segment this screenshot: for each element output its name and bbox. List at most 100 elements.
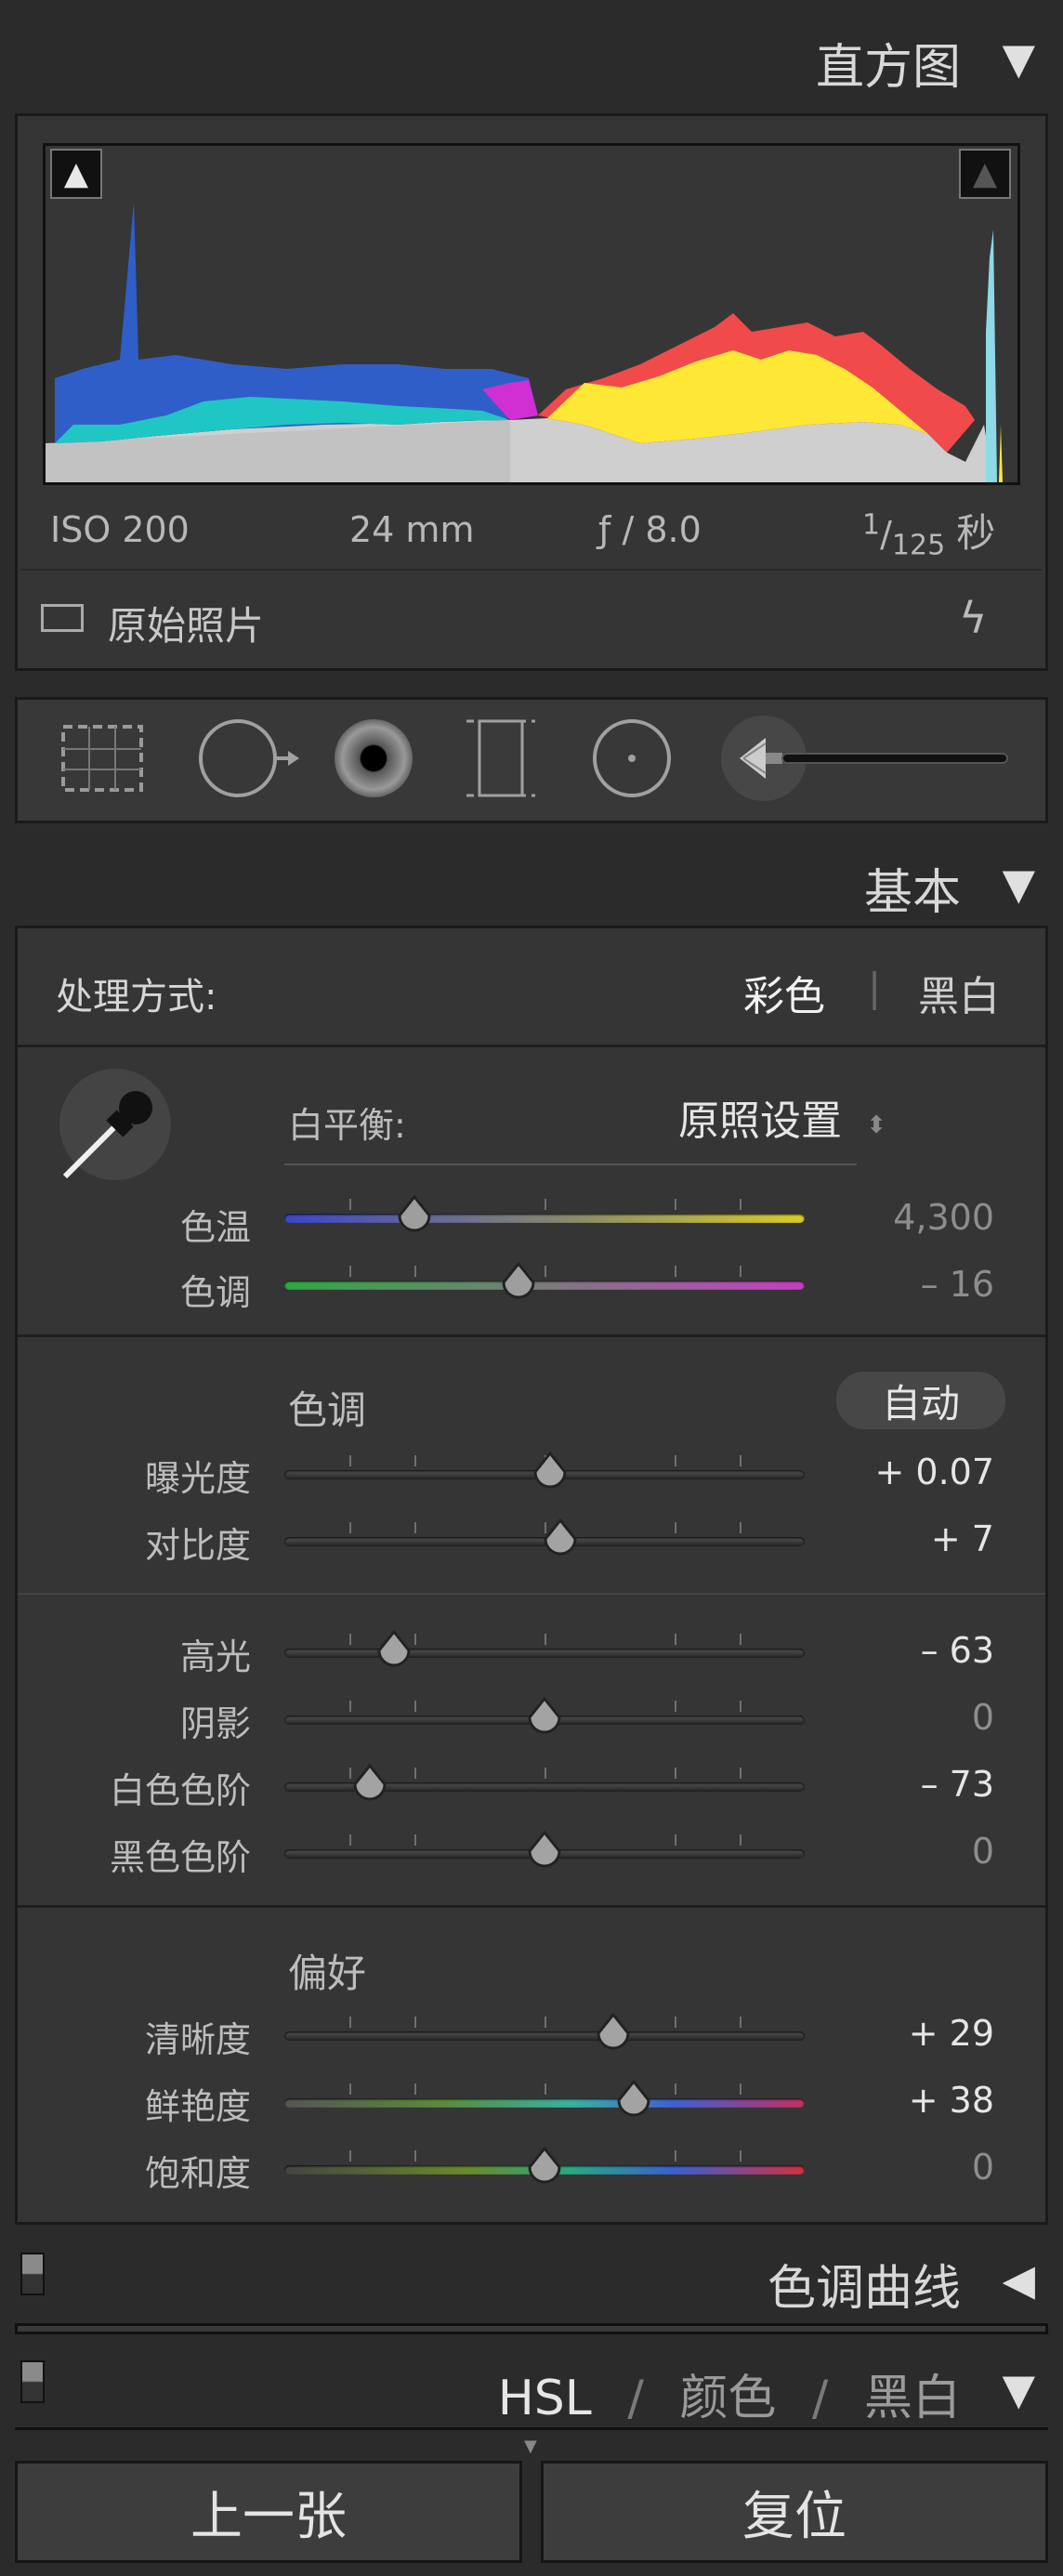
temp-ticks — [284, 1199, 805, 1210]
presence-divider-line — [18, 1905, 1045, 1908]
highlights-slider-track[interactable] — [284, 1649, 805, 1658]
shadows-value[interactable]: 0 — [972, 1697, 994, 1738]
spot-removal-icon — [199, 719, 299, 797]
temp-value[interactable]: 4,300 — [893, 1197, 994, 1238]
white-balance-eyedropper[interactable] — [58, 1067, 173, 1182]
shadows-slider-thumb[interactable] — [526, 1697, 563, 1738]
clarity-slider-thumb[interactable] — [595, 2013, 632, 2054]
previous-button[interactable]: 上一张 — [15, 2461, 522, 2563]
highlights-value[interactable]: – 63 — [921, 1630, 994, 1671]
highlights-ticks — [284, 1634, 805, 1645]
exif-aperture: ƒ / 8.0 — [598, 509, 702, 550]
tone-divider-line — [18, 1593, 1045, 1595]
treatment-color-option[interactable]: 彩色 — [743, 963, 825, 1022]
auto-button-label: 自动 — [881, 1380, 960, 1426]
white-balance-label: 白平衡: — [288, 1105, 406, 1146]
shutter-unit: 秒 — [956, 510, 996, 556]
radial-filter-tool[interactable] — [591, 717, 673, 799]
eyedropper-icon — [59, 1069, 171, 1180]
treatment-label: 处理方式: — [56, 976, 217, 1019]
flash-icon: ϟ — [959, 593, 988, 643]
tint-slider-thumb[interactable] — [500, 1262, 537, 1303]
hsl-panel-tabs: HSL / 颜色 / 黑白 — [498, 2359, 961, 2428]
collapse-triangle-icon[interactable]: ▼ — [1003, 859, 1035, 909]
contrast-slider-thumb[interactable] — [542, 1518, 579, 1559]
adjustment-brush-tool[interactable] — [721, 716, 1011, 801]
tab-hsl[interactable]: HSL — [498, 2371, 592, 2426]
blacks-value[interactable]: 0 — [972, 1831, 994, 1872]
exposure-value[interactable]: + 0.07 — [874, 1452, 994, 1492]
exposure-slider-thumb[interactable] — [532, 1452, 569, 1492]
red-eye-tool[interactable] — [329, 717, 418, 799]
temp-slider-thumb[interactable] — [396, 1195, 433, 1236]
histogram-chart — [46, 202, 1003, 482]
expand-triangle-icon[interactable]: ◀ — [1003, 2254, 1035, 2305]
temp-slider-track[interactable] — [284, 1214, 805, 1223]
clarity-label: 清晰度 — [144, 2019, 251, 2060]
collapse-triangle-icon[interactable]: ▼ — [1003, 33, 1035, 84]
tint-ticks — [284, 1266, 805, 1277]
collapse-triangle-icon[interactable]: ▼ — [1003, 2364, 1035, 2414]
highlight-clipping-icon: ▲ — [972, 155, 998, 192]
previous-button-label: 上一张 — [190, 2486, 347, 2547]
clarity-slider-track[interactable] — [284, 2031, 805, 2041]
graduated-filter-tool[interactable] — [461, 716, 541, 801]
clarity-ticks — [284, 2017, 805, 2028]
spot-removal-tool[interactable] — [191, 717, 303, 799]
shutter-numerator: 1 — [862, 508, 881, 542]
adjustment-brush-icon — [721, 716, 1008, 801]
blacks-slider-thumb[interactable] — [526, 1831, 563, 1872]
histogram-graph[interactable] — [43, 143, 1020, 485]
vibrance-slider-thumb[interactable] — [615, 2080, 652, 2121]
shutter-denominator: 125 — [891, 529, 946, 562]
saturation-value[interactable]: 0 — [972, 2147, 994, 2188]
tint-value[interactable]: – 16 — [921, 1264, 994, 1305]
crop-overlay-icon — [61, 725, 143, 792]
original-photo-label: 原始照片 — [108, 603, 265, 649]
crop-overlay-tool[interactable] — [58, 721, 147, 795]
highlight-clipping-indicator[interactable]: ▲ — [959, 149, 1011, 199]
shadow-clipping-indicator[interactable]: ▲ — [50, 149, 102, 199]
shadows-label: 阴影 — [179, 1703, 251, 1744]
whites-slider-thumb[interactable] — [351, 1764, 388, 1805]
white-balance-underline — [284, 1163, 857, 1165]
auto-button[interactable]: 自动 — [836, 1372, 1005, 1429]
tint-label: 色调 — [179, 1272, 251, 1313]
histogram-panel-title[interactable]: 直方图 — [816, 28, 961, 98]
tone-curve-bottom-edge — [15, 2323, 1048, 2334]
tint-slider-track[interactable] — [284, 1281, 805, 1290]
presence-section-label: 偏好 — [288, 1951, 367, 1996]
hsl-toggle[interactable] — [20, 2360, 45, 2403]
original-photo-checkbox[interactable] — [41, 604, 84, 632]
tab-color[interactable]: 颜色 — [679, 2371, 776, 2426]
clarity-value[interactable]: + 29 — [909, 2013, 994, 2054]
radial-filter-icon — [593, 719, 671, 797]
saturation-slider-thumb[interactable] — [526, 2147, 563, 2188]
treatment-divider: | — [868, 965, 882, 1010]
tone-curve-panel-title[interactable]: 色调曲线 — [768, 2249, 961, 2319]
white-balance-select[interactable]: 原照设置 ⬍ — [678, 1087, 886, 1147]
saturation-label: 饱和度 — [144, 2153, 251, 2194]
exif-shutter: 1/125 秒 — [862, 508, 996, 562]
temp-label: 色温 — [179, 1207, 251, 1248]
tab-bw[interactable]: 黑白 — [864, 2371, 961, 2426]
contrast-value[interactable]: + 7 — [931, 1518, 994, 1559]
treatment-divider-line — [18, 1045, 1045, 1047]
reset-button[interactable]: 复位 — [541, 2461, 1048, 2563]
vibrance-ticks — [284, 2083, 805, 2095]
vibrance-value[interactable]: + 38 — [909, 2080, 994, 2121]
scroll-down-icon[interactable]: ▼ — [524, 2437, 537, 2456]
whites-label: 白色色阶 — [109, 1770, 251, 1811]
graduated-filter-icon — [466, 719, 535, 797]
treatment-bw-option[interactable]: 黑白 — [918, 963, 1000, 1022]
tone-curve-toggle[interactable] — [20, 2253, 45, 2295]
whites-value[interactable]: – 73 — [921, 1764, 994, 1805]
tone-section-label: 色调 — [288, 1387, 367, 1433]
reset-button-label: 复位 — [742, 2486, 846, 2547]
vibrance-slider-track[interactable] — [284, 2098, 805, 2108]
highlights-slider-thumb[interactable] — [375, 1630, 413, 1671]
updown-arrow-icon: ⬍ — [866, 1111, 886, 1139]
red-eye-icon — [335, 719, 413, 797]
exif-focal-length: 24 mm — [349, 509, 475, 550]
basic-panel-title[interactable]: 基本 — [864, 853, 961, 923]
